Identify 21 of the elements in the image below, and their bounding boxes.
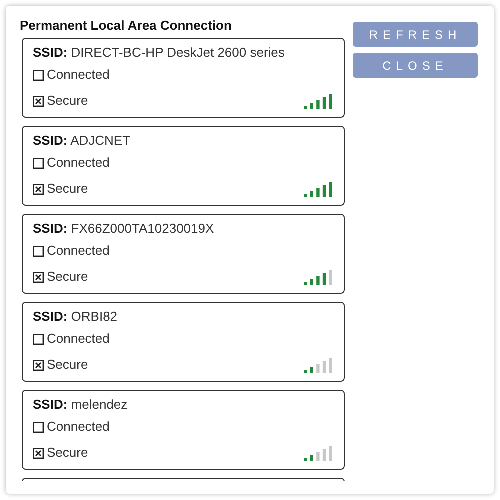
checkbox-label: Connected <box>47 154 110 172</box>
dialog-title: Permanent Local Area Connection <box>20 18 233 34</box>
checkbox-label: Connected <box>47 242 110 260</box>
ssid-text: SSID: DIRECT-BC-HP DeskJet 2600 series <box>33 44 286 62</box>
checkbox-label: Secure <box>47 268 88 286</box>
checkbox-label: Secure <box>47 444 88 462</box>
ssid-text: SSID: ADJCNET <box>33 132 132 150</box>
checkbox-label: Connected <box>47 418 110 436</box>
network-card[interactable]: SSID: DIRECT-BC-HP DeskJet 2600 series Connected Secure <box>22 38 345 118</box>
checkbox-label: Secure <box>47 180 88 198</box>
network-card[interactable]: SSID: melendez Connected Secure <box>22 390 345 470</box>
ssid-text: SSID: ORBI82 <box>33 308 119 326</box>
ssid-text: SSID: FX66Z000TA10230019X <box>33 220 216 238</box>
network-card[interactable]: SSID: ORBI82 Connected Secure <box>22 302 345 382</box>
checkbox-label: Connected <box>47 66 110 84</box>
checkbox-label: Secure <box>47 92 88 110</box>
checkbox-label: Connected <box>47 330 110 348</box>
network-card[interactable]: SSID: FX66Z000TA10230019X Connected Secure <box>22 214 345 294</box>
checkbox-label: Secure <box>47 356 88 374</box>
network-card[interactable]: SSID: ADJCNET Connected Secure <box>22 126 345 206</box>
ssid-text: SSID: melendez <box>33 396 129 414</box>
